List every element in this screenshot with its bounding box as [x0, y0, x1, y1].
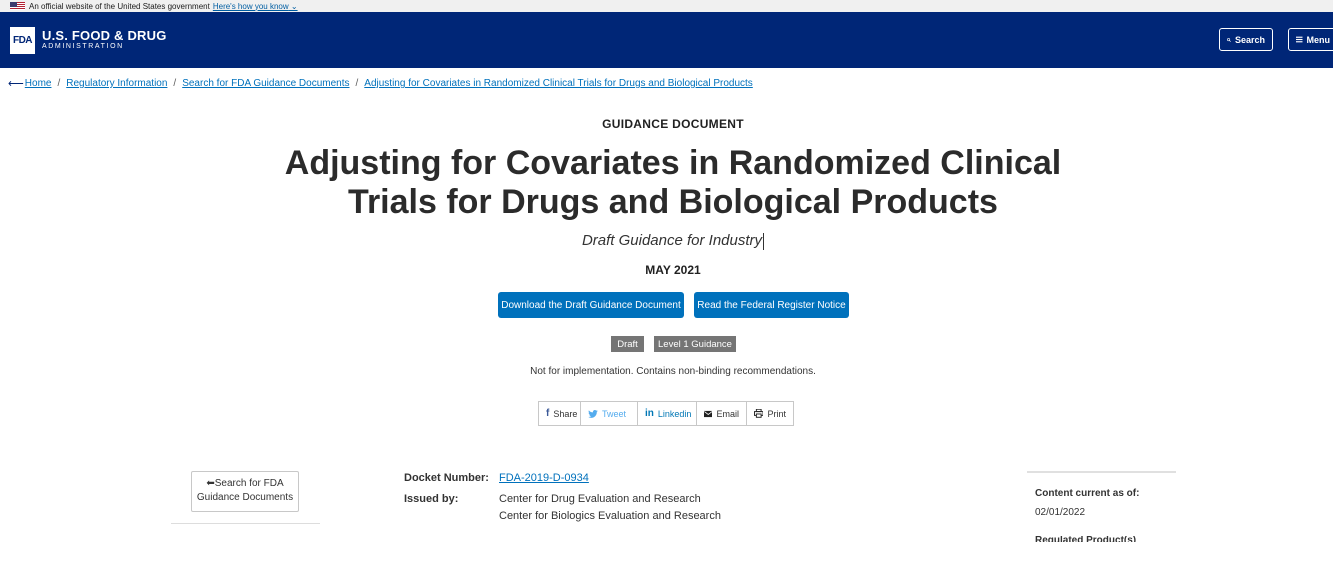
gov-banner-text: An official website of the United States… — [29, 1, 210, 11]
docket-number-row: Docket Number: FDA-2019-D-0934 — [404, 472, 589, 484]
twitter-icon — [588, 409, 598, 418]
gov-banner: An official website of the United States… — [0, 0, 1333, 12]
breadcrumb-regulatory-information[interactable]: Regulatory Information — [66, 78, 167, 89]
docket-number-link[interactable]: FDA-2019-D-0934 — [499, 472, 589, 484]
linkedin-icon: in — [645, 408, 654, 419]
search-icon — [1227, 37, 1231, 42]
share-facebook-button[interactable]: f Share — [539, 402, 580, 425]
issued-by-row-2: Center for Biologics Evaluation and Rese… — [499, 510, 721, 522]
share-linkedin-button[interactable]: in Linkedin — [637, 402, 696, 425]
status-badge-draft: Draft — [611, 336, 644, 352]
text-cursor — [763, 232, 765, 250]
doc-eyebrow: GUIDANCE DOCUMENT — [602, 117, 744, 131]
facebook-icon: f — [546, 408, 550, 419]
site-header: FDA U.S. FOOD & DRUG ADMINISTRATION Sear… — [0, 12, 1333, 68]
right-rail-divider — [1027, 471, 1176, 473]
breadcrumb-home[interactable]: Home — [25, 78, 52, 89]
hamburger-icon — [1296, 36, 1303, 43]
search-guidance-documents-button[interactable]: ⬅Search for FDA Guidance Documents — [191, 471, 299, 512]
content-current-label: Content current as of: — [1035, 488, 1140, 499]
fda-logo[interactable]: FDA U.S. FOOD & DRUG ADMINISTRATION — [10, 27, 167, 54]
status-badge-level: Level 1 Guidance — [654, 336, 736, 352]
regulated-products-label: Regulated Product(s) — [1035, 536, 1137, 542]
doc-subtitle: Draft Guidance for Industry — [581, 232, 765, 250]
printer-icon — [754, 409, 764, 418]
doc-date: MAY 2021 — [645, 263, 701, 277]
federal-register-notice-button[interactable]: Read the Federal Register Notice — [694, 292, 849, 318]
print-button[interactable]: Print — [746, 402, 793, 425]
menu-button[interactable]: Menu — [1288, 28, 1333, 51]
breadcrumb-current-page[interactable]: Adjusting for Covariates in Randomized C… — [364, 78, 753, 89]
implementation-note: Not for implementation. Contains non-bin… — [530, 366, 816, 377]
back-arrow-icon: ⟵ — [8, 78, 24, 90]
breadcrumb: ⟵ Home / Regulatory Information / Search… — [8, 78, 753, 90]
logo-line1: U.S. FOOD & DRUG — [42, 28, 167, 43]
heres-how-you-know-link[interactable]: Here's how you know ⌄ — [213, 2, 298, 11]
sidebar-divider — [171, 523, 320, 524]
page-title: Adjusting for Covariates in Randomized C… — [284, 144, 1062, 221]
logo-line2: ADMINISTRATION — [42, 43, 124, 50]
arrow-circle-left-icon: ⬅ — [206, 478, 215, 489]
search-button[interactable]: Search — [1219, 28, 1273, 51]
share-email-button[interactable]: Email — [696, 402, 746, 425]
breadcrumb-search-guidance[interactable]: Search for FDA Guidance Documents — [182, 78, 349, 89]
download-draft-guidance-button[interactable]: Download the Draft Guidance Document — [498, 292, 684, 318]
share-twitter-button[interactable]: Tweet — [580, 402, 637, 425]
us-flag-icon — [10, 2, 25, 10]
issued-by-row: Issued by: Center for Drug Evaluation and… — [404, 493, 701, 505]
fda-logo-mark: FDA — [10, 27, 35, 54]
content-current-date: 02/01/2022 — [1035, 507, 1086, 518]
share-bar: f Share Tweet in Linkedin Email Print — [538, 401, 794, 426]
envelope-icon — [704, 410, 713, 417]
